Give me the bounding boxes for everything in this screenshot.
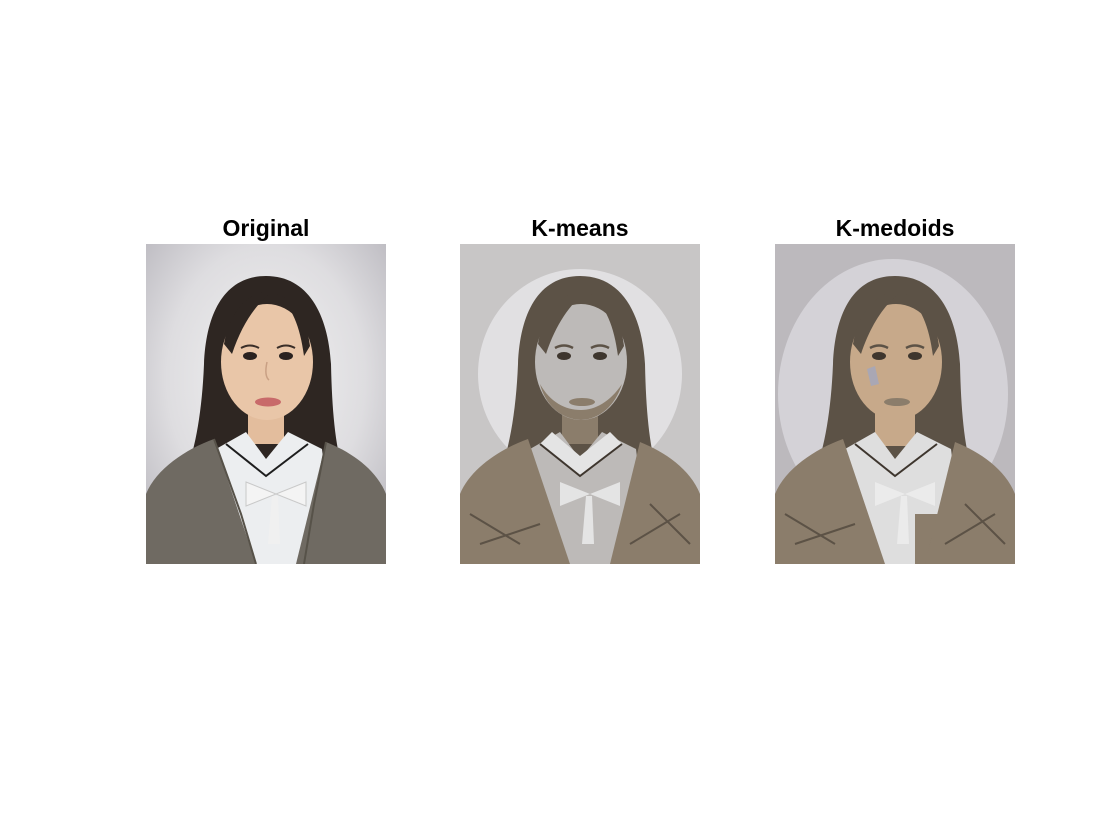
lips [255,397,281,407]
figure: Original K-means K-medoids [0,0,1120,840]
panel-kmedoids: K-medoids [775,212,1015,564]
panel-original: Original [146,212,386,564]
panel-title-original: Original [222,215,310,241]
eye-right [279,352,293,360]
kmedoids-segmented-image [775,244,1015,564]
panel-kmeans: K-means [460,212,700,564]
eye-left [243,352,257,360]
kmeans-segmented-image [460,244,700,564]
panel-title-kmedoids: K-medoids [835,215,955,241]
original-photo [146,244,386,564]
panel-title-kmeans: K-means [531,215,629,241]
